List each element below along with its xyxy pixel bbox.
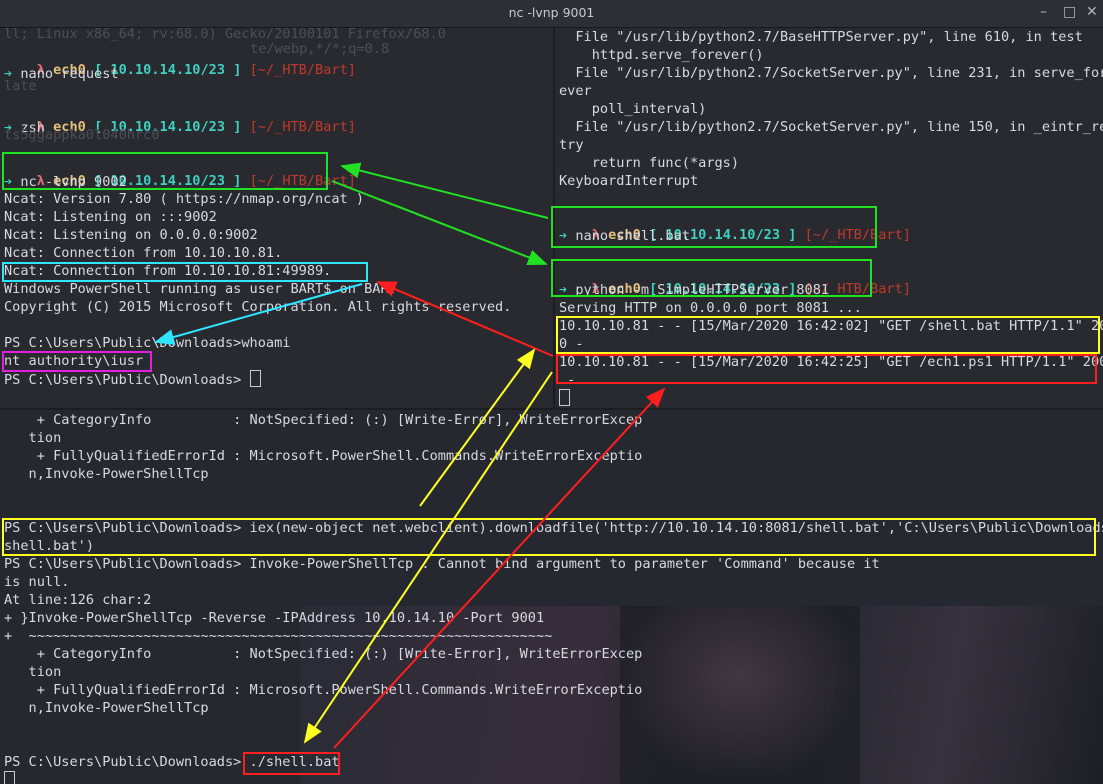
arrow-cyan — [154, 283, 363, 345]
annotation-arrows — [154, 162, 666, 749]
arrow-red — [376, 281, 554, 357]
arrow-green — [340, 162, 549, 219]
arrow-yellow — [303, 371, 553, 744]
arrow-red — [333, 387, 666, 749]
arrow-green — [331, 180, 548, 265]
